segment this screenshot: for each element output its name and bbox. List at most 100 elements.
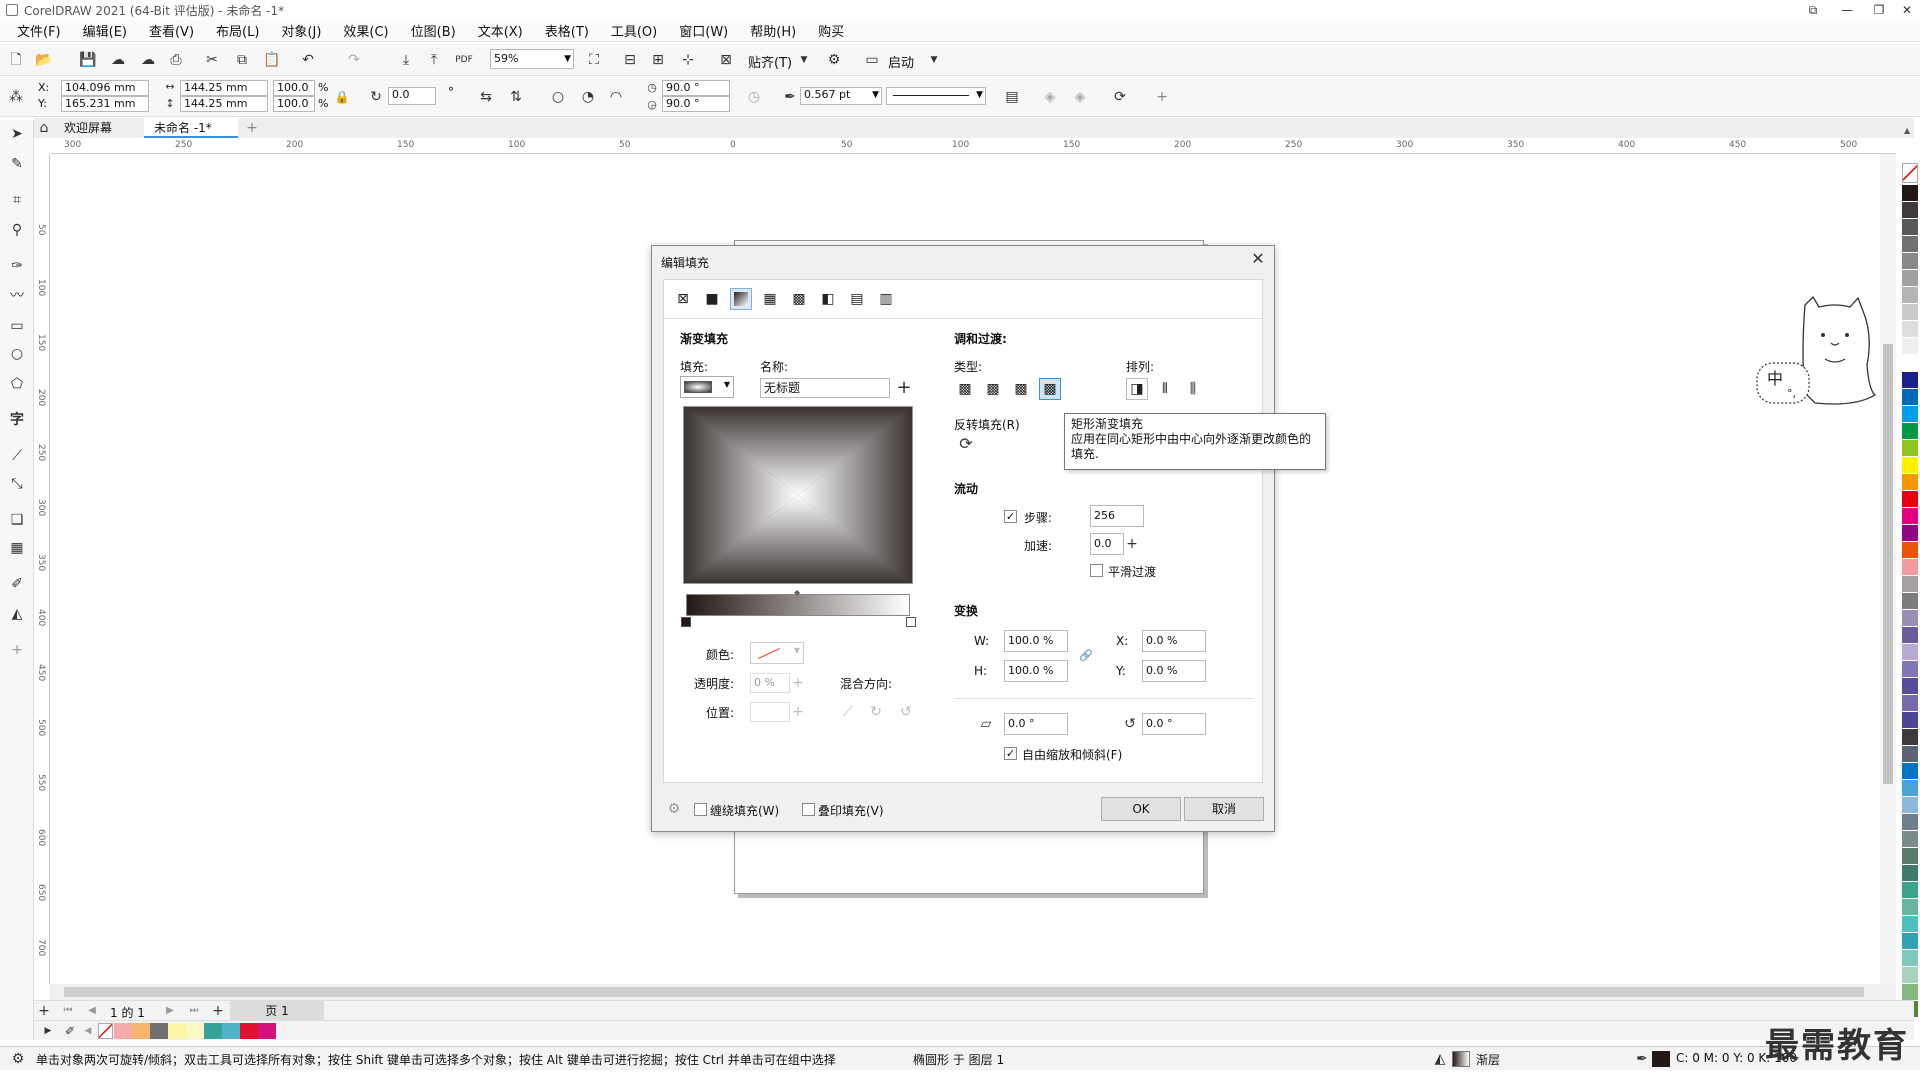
palette-swatch[interactable] [1902, 474, 1918, 491]
next-page-icon[interactable]: ▶ [160, 1001, 180, 1021]
palette-swatch[interactable] [1902, 542, 1918, 559]
menu-effects[interactable]: 效果(C) [332, 21, 399, 40]
transparency-tool-icon[interactable]: ▦ [7, 538, 27, 558]
palette-swatch[interactable] [1902, 593, 1918, 610]
palette-swatch[interactable] [1902, 848, 1918, 865]
restore-app-icon[interactable]: ⧉ [1796, 0, 1830, 20]
palette-swatch[interactable] [1902, 406, 1918, 423]
document-palette-swatches[interactable] [114, 1023, 276, 1039]
palette-swatch[interactable] [1902, 389, 1918, 406]
palette-swatch[interactable] [1902, 559, 1918, 576]
connector-tool-icon[interactable]: ⤡ [7, 474, 27, 494]
palette-swatch[interactable] [1902, 287, 1918, 304]
menu-window[interactable]: 窗口(W) [668, 21, 739, 40]
menu-buy[interactable]: 购买 [807, 21, 855, 40]
skew-field[interactable]: 0.0 ° [1004, 713, 1068, 735]
default-arrange-icon[interactable]: ◨ [1126, 378, 1148, 400]
palette-left-icon[interactable]: ◀ [78, 1021, 98, 1041]
x-position-field[interactable]: 104.096 mm [61, 80, 149, 96]
menu-object[interactable]: 对象(J) [270, 21, 332, 40]
to-front-icon[interactable]: ◈ [1040, 87, 1060, 107]
add-tab-icon[interactable]: + [242, 118, 262, 138]
palette-swatch[interactable] [1902, 967, 1918, 984]
pick-tool-icon[interactable]: ➤ [7, 124, 27, 144]
palette-swatch[interactable] [1902, 270, 1918, 287]
reverse-fill-icon[interactable]: ⟳ [956, 434, 976, 454]
snap-off-icon[interactable]: ⊠ [716, 50, 736, 70]
cloud-download-icon[interactable]: ☁ [108, 50, 128, 70]
tab-welcome-screen[interactable]: 欢迎屏幕 [54, 118, 122, 138]
steps-checkbox[interactable]: ✓ [1004, 510, 1017, 523]
vector-pattern-icon[interactable]: ▦ [759, 288, 781, 310]
dialog-close-icon[interactable]: ✕ [1248, 249, 1268, 269]
convert-icon[interactable]: ⟳ [1110, 87, 1130, 107]
two-color-pattern-icon[interactable]: ◧ [817, 288, 839, 310]
linear-gradient-icon[interactable]: ▩ [954, 378, 976, 400]
cloud-upload-icon[interactable]: ☁ [138, 50, 158, 70]
parallel-dimension-icon[interactable]: ⟋ [7, 446, 27, 466]
drop-shadow-icon[interactable]: ❏ [7, 510, 27, 530]
palette-swatch[interactable] [1902, 508, 1918, 525]
palette-swatch[interactable] [1902, 355, 1918, 372]
counterclockwise-blend-icon[interactable]: ↺ [896, 702, 916, 722]
redo-icon[interactable]: ↷ [344, 50, 364, 70]
paste-icon[interactable]: 📋 [262, 50, 282, 70]
menu-file[interactable]: 文件(F) [6, 21, 72, 40]
fill-gradient-swatch[interactable] [1452, 1051, 1470, 1067]
color-palette[interactable] [1902, 185, 1918, 1018]
pie-icon[interactable]: ◔ [578, 87, 598, 107]
palette-swatch[interactable] [1902, 678, 1918, 695]
prev-page-icon[interactable]: ◀ [82, 1001, 102, 1021]
outline-color-swatch[interactable] [1652, 1051, 1670, 1067]
ellipse-tool-icon[interactable]: ○ [7, 344, 27, 364]
pdf-icon[interactable]: PDF [454, 50, 474, 70]
width-field[interactable]: 144.25 mm [180, 80, 268, 96]
y-position-field[interactable]: 165.231 mm [61, 96, 149, 112]
transform-width-field[interactable]: 100.0 % [1004, 630, 1068, 652]
palette-swatch[interactable] [1902, 661, 1918, 678]
palette-swatch[interactable] [1902, 457, 1918, 474]
y-offset-field[interactable]: 0.0 % [1142, 660, 1206, 682]
palette-swatch[interactable] [1902, 644, 1918, 661]
document-palette-swatch[interactable] [132, 1023, 150, 1039]
document-palette-swatch[interactable] [186, 1023, 204, 1039]
palette-swatch[interactable] [1902, 627, 1918, 644]
settings-gear-icon[interactable]: ⚙ [664, 799, 684, 819]
transparency-adjust-icon[interactable]: + [788, 673, 808, 693]
show-grid-icon[interactable]: ⊞ [648, 50, 668, 70]
palette-swatch[interactable] [1902, 729, 1918, 746]
x-offset-field[interactable]: 0.0 % [1142, 630, 1206, 652]
document-palette-swatch[interactable] [222, 1023, 240, 1039]
zoom-tool-icon[interactable]: ⚲ [7, 220, 27, 240]
snap-to-dropdown[interactable]: 贴齐(T) [748, 52, 792, 71]
chevron-down-icon[interactable]: ▼ [724, 380, 730, 389]
launch-icon[interactable]: ▭ [862, 50, 882, 70]
rotation-field[interactable]: 0.0 [388, 87, 436, 105]
horizontal-scrollbar[interactable] [50, 984, 1896, 1000]
lock-ratio-icon[interactable]: 🔒 [332, 87, 352, 107]
last-page-icon[interactable]: ⏭ [184, 1001, 204, 1021]
menu-edit[interactable]: 编辑(E) [72, 21, 138, 40]
page-tab-1[interactable]: 页 1 [230, 1001, 324, 1021]
chevron-down-icon[interactable]: ▼ [794, 50, 814, 70]
scroll-thumb[interactable] [64, 987, 1864, 997]
settings-gear-icon[interactable]: ⚙ [8, 1049, 28, 1069]
palette-swatch[interactable] [1902, 712, 1918, 729]
direction-icon[interactable]: ◷ [744, 87, 764, 107]
start-color-node[interactable] [681, 617, 691, 627]
chevron-down-icon[interactable]: ▼ [564, 50, 571, 68]
palette-swatch[interactable] [1902, 321, 1918, 338]
palette-swatch[interactable] [1902, 950, 1918, 967]
vertical-scrollbar[interactable] [1880, 154, 1896, 984]
object-origin-icon[interactable]: ⁂ [6, 87, 26, 107]
menu-table[interactable]: 表格(T) [534, 21, 600, 40]
eyedropper-icon[interactable]: ✐ [60, 1021, 80, 1041]
palette-swatch[interactable] [1902, 831, 1918, 848]
mirror-vertical-icon[interactable]: ⇅ [506, 87, 526, 107]
outline-width-field[interactable]: 0.567 pt ▼ [800, 87, 882, 105]
document-palette-swatch[interactable] [204, 1023, 222, 1039]
scroll-thumb[interactable] [1883, 344, 1893, 784]
undo-icon[interactable]: ↶ [298, 50, 318, 70]
mirror-arrange-icon[interactable]: ⫴ [1154, 378, 1176, 400]
add-page-after-icon[interactable]: + [208, 1001, 228, 1021]
